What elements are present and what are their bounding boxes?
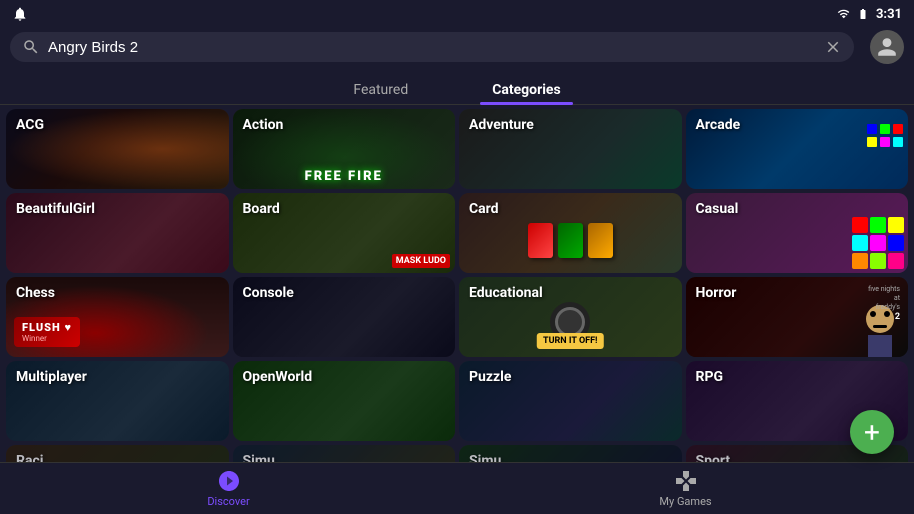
category-adventure[interactable]: Adventure	[459, 109, 682, 189]
clear-icon[interactable]	[824, 38, 842, 56]
category-card[interactable]: Card	[459, 193, 682, 273]
discover-icon	[217, 469, 241, 493]
search-container[interactable]	[10, 32, 854, 62]
category-label-acg: ACG	[16, 117, 44, 133]
status-right: 3:31	[836, 7, 902, 22]
category-label-console: Console	[243, 285, 294, 301]
category-label-action: Action	[243, 117, 284, 133]
category-arcade[interactable]: Arcade	[686, 109, 909, 189]
category-label-rpg: RPG	[696, 369, 724, 385]
nav-discover[interactable]: Discover	[189, 469, 269, 508]
category-label-beautifulgirl: BeautifulGirl	[16, 201, 95, 217]
category-openworld[interactable]: OpenWorld	[233, 361, 456, 441]
category-multiplayer[interactable]: Multiplayer	[6, 361, 229, 441]
category-label-adventure: Adventure	[469, 117, 534, 133]
category-horror[interactable]: five nightsatfreddy's2 Horror	[686, 277, 909, 357]
category-label-chess: Chess	[16, 285, 55, 301]
category-label-horror: Horror	[696, 285, 737, 301]
category-label-board: Board	[243, 201, 280, 217]
category-label-educational: Educational	[469, 285, 543, 301]
search-icon	[22, 38, 40, 56]
category-label-casual: Casual	[696, 201, 739, 217]
category-action[interactable]: FREE FIRE Action	[233, 109, 456, 189]
category-puzzle[interactable]: Puzzle	[459, 361, 682, 441]
nav-my-games[interactable]: My Games	[646, 469, 726, 508]
fab-icon: +	[864, 416, 880, 449]
tabs-bar: Featured Categories	[0, 70, 914, 105]
nav-discover-label: Discover	[207, 495, 249, 508]
time-display: 3:31	[876, 7, 902, 22]
nav-my-games-label: My Games	[659, 495, 711, 508]
category-chess[interactable]: FLUSH ♥ Winner Chess	[6, 277, 229, 357]
user-icon	[876, 36, 898, 58]
battery-icon	[856, 8, 870, 20]
status-left	[12, 6, 28, 22]
category-beautifulgirl[interactable]: BeautifulGirl	[6, 193, 229, 273]
avatar[interactable]	[870, 30, 904, 64]
category-label-multiplayer: Multiplayer	[16, 369, 87, 385]
tab-featured[interactable]: Featured	[341, 76, 420, 104]
category-acg[interactable]: ACG	[6, 109, 229, 189]
search-input[interactable]	[48, 39, 816, 56]
turn-it-off-label: TURN IT OFF!	[537, 333, 603, 349]
category-label-arcade: Arcade	[696, 117, 741, 133]
category-label-card: Card	[469, 201, 499, 217]
category-label-puzzle: Puzzle	[469, 369, 511, 385]
games-icon	[674, 469, 698, 493]
wifi-icon	[836, 8, 850, 20]
category-casual[interactable]: Casual	[686, 193, 909, 273]
search-row	[0, 28, 914, 70]
category-board[interactable]: MASK LUDO Board	[233, 193, 456, 273]
notification-icon	[12, 6, 28, 22]
category-console[interactable]: Console	[233, 277, 456, 357]
bottom-nav: Discover My Games	[0, 462, 914, 514]
category-label-openworld: OpenWorld	[243, 369, 313, 385]
categories-grid: ACG FREE FIRE Action Adventure Arcade	[0, 105, 914, 485]
status-bar: 3:31	[0, 0, 914, 28]
tab-categories[interactable]: Categories	[480, 76, 572, 104]
fab-add[interactable]: +	[850, 410, 894, 454]
category-educational[interactable]: TURN IT OFF! Educational	[459, 277, 682, 357]
